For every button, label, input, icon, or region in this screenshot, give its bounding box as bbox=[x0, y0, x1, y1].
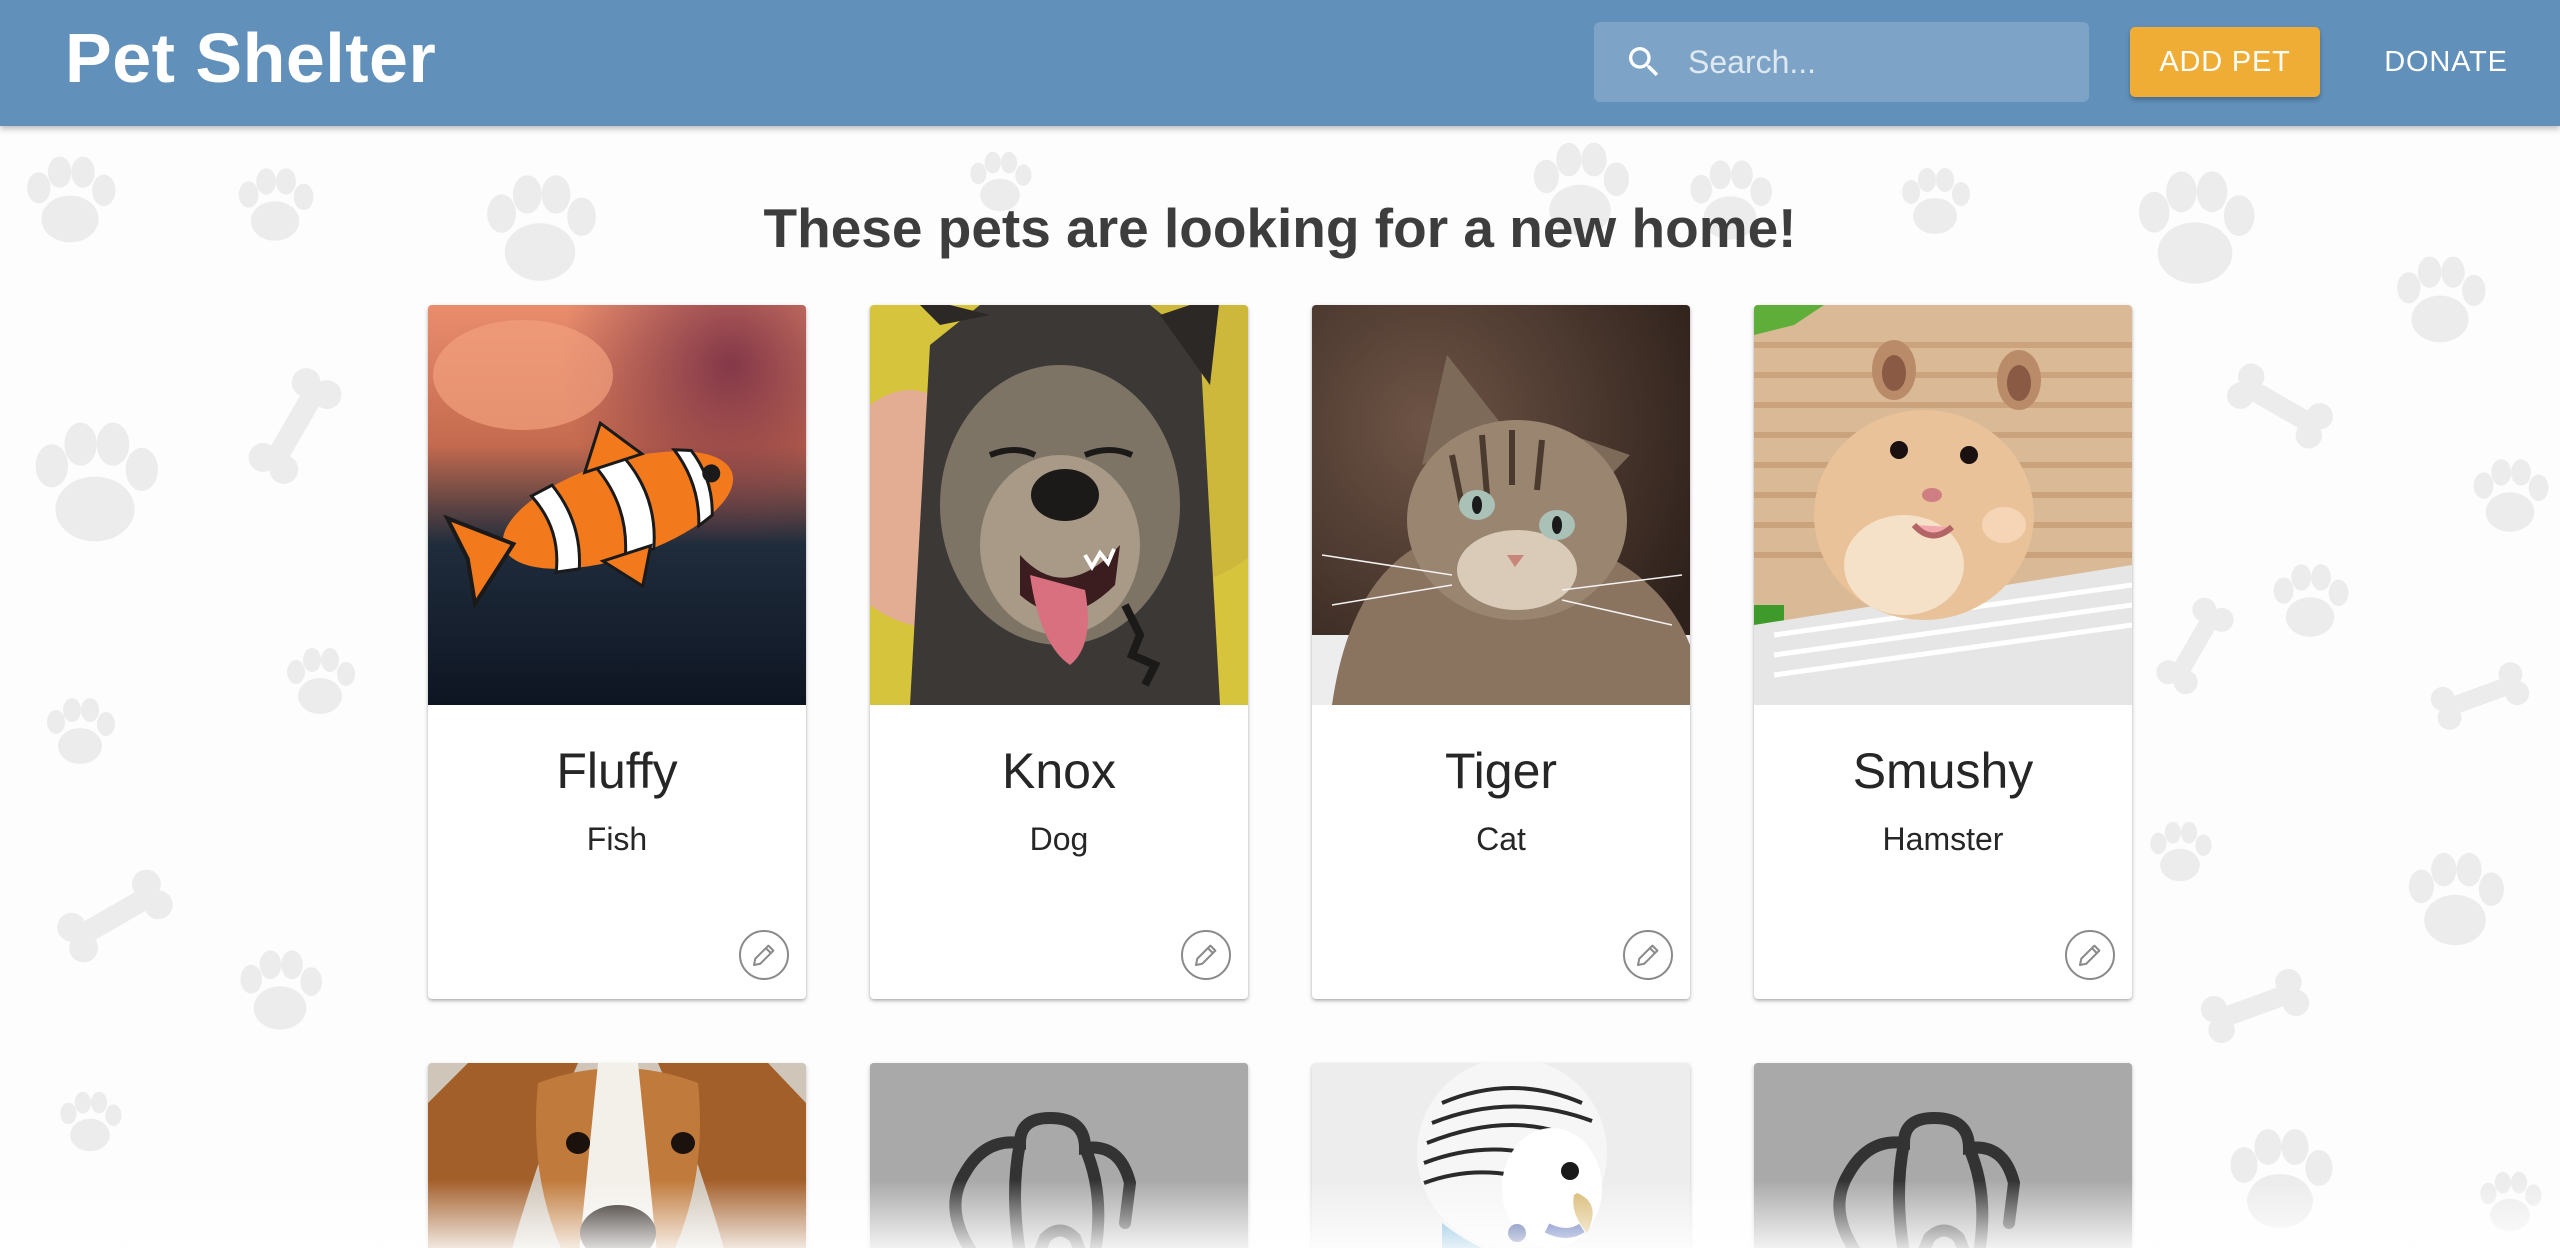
pet-type: Cat bbox=[1476, 821, 1526, 857]
pet-card[interactable]: Tiger Cat bbox=[1312, 305, 1690, 999]
pet-type: Fish bbox=[586, 821, 648, 857]
paw-bone-pattern bbox=[27, 142, 2549, 1232]
pet-name: Tiger bbox=[1444, 743, 1558, 799]
edit-pet-button[interactable] bbox=[1181, 930, 1231, 980]
bottom-fade bbox=[0, 1180, 2560, 1248]
page: Pet Shelter ADD PET DONATE These pets ar… bbox=[0, 0, 2560, 1248]
pet-card[interactable]: Knox Dog bbox=[870, 305, 1248, 999]
search-icon bbox=[1629, 47, 1659, 77]
app-title[interactable]: Pet Shelter bbox=[65, 18, 436, 98]
edit-pet-button[interactable] bbox=[2065, 930, 2115, 980]
edit-pet-button[interactable] bbox=[739, 930, 789, 980]
edit-pet-button[interactable] bbox=[1623, 930, 1673, 980]
pet-type: Hamster bbox=[1882, 821, 2004, 857]
pet-photo bbox=[1312, 305, 1690, 705]
pencil-icon bbox=[2079, 944, 2101, 966]
pet-card[interactable]: Fluffy Fish bbox=[428, 305, 806, 999]
pencil-icon bbox=[1637, 944, 1659, 966]
pet-photo bbox=[870, 305, 1248, 705]
donate-button[interactable]: DONATE bbox=[2356, 27, 2536, 97]
page-heading: These pets are looking for a new home! bbox=[763, 197, 1797, 259]
pet-name: Knox bbox=[1002, 743, 1116, 799]
search-box[interactable] bbox=[1594, 22, 2089, 102]
pet-name: Fluffy bbox=[556, 743, 678, 799]
pet-photo bbox=[428, 305, 806, 705]
pencil-icon bbox=[1195, 944, 1217, 966]
pencil-icon bbox=[753, 944, 775, 966]
search-input[interactable] bbox=[1688, 22, 2078, 102]
pet-card[interactable]: Smushy Hamster bbox=[1754, 305, 2132, 999]
pet-photo bbox=[1754, 305, 2132, 705]
app-bar: Pet Shelter ADD PET DONATE bbox=[0, 0, 2560, 126]
pet-name: Smushy bbox=[1852, 743, 2034, 799]
add-pet-button[interactable]: ADD PET bbox=[2130, 27, 2320, 97]
pet-type: Dog bbox=[1029, 821, 1089, 857]
